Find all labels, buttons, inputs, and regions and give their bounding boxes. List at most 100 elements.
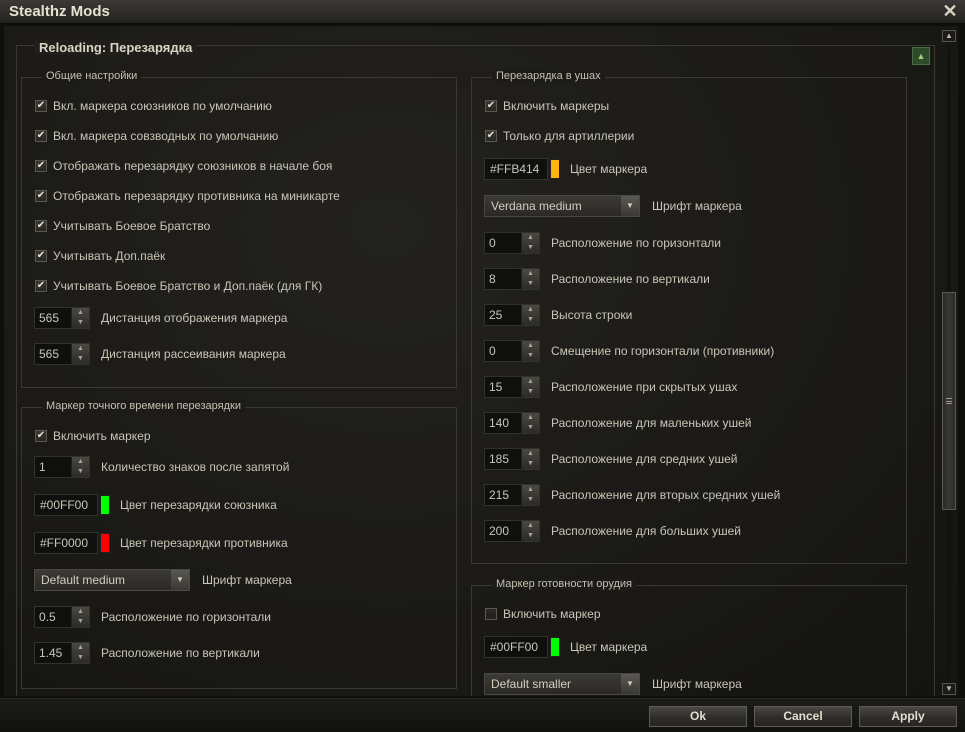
stepper-value[interactable]: 200: [485, 521, 521, 541]
stepper-value[interactable]: 25: [485, 305, 521, 325]
ears-setting-5-stepper[interactable]: 140 ▲ ▼: [484, 412, 540, 434]
color-hex-input[interactable]: #FFB414: [484, 158, 548, 180]
precise-enable-row[interactable]: ✔ Включить маркер: [35, 429, 151, 443]
gun-ready-enable-row[interactable]: Включить маркер: [485, 607, 601, 621]
precise-font-dropdown[interactable]: Default medium ▼: [34, 569, 190, 591]
ears-setting-0-stepper[interactable]: 0 ▲ ▼: [484, 232, 540, 254]
stepper-value[interactable]: 0: [485, 341, 521, 361]
arrow-up-icon[interactable]: ▲: [72, 308, 89, 318]
checkbox[interactable]: ✔: [35, 130, 47, 142]
gun-ready-font-dropdown[interactable]: Default smaller ▼: [484, 673, 640, 695]
cancel-button[interactable]: Cancel: [754, 706, 852, 727]
ears-font-dropdown[interactable]: Verdana medium ▼: [484, 195, 640, 217]
ears-arty-row[interactable]: ✔ Только для артиллерии: [485, 129, 634, 143]
ears-setting-8-stepper[interactable]: 200 ▲ ▼: [484, 520, 540, 542]
stepper-value[interactable]: 1.45: [35, 643, 71, 663]
ears-enable-row[interactable]: ✔ Включить маркеры: [485, 99, 609, 113]
stepper-value[interactable]: 0: [485, 233, 521, 253]
checkbox[interactable]: ✔: [35, 220, 47, 232]
collapse-icon[interactable]: ▲: [912, 47, 930, 65]
stepper-value[interactable]: 215: [485, 485, 521, 505]
color-swatch[interactable]: [550, 159, 560, 179]
arrow-up-icon[interactable]: ▲: [72, 457, 89, 467]
stepper-value[interactable]: 15: [485, 377, 521, 397]
color-swatch[interactable]: [100, 533, 110, 553]
arrow-down-icon[interactable]: ▼: [522, 459, 539, 469]
arrow-down-icon[interactable]: ▼: [522, 351, 539, 361]
arrow-down-icon[interactable]: ▼: [522, 243, 539, 253]
ears-setting-4-stepper[interactable]: 15 ▲ ▼: [484, 376, 540, 398]
gun-ready-color-field[interactable]: #00FF00: [484, 636, 560, 658]
color-swatch[interactable]: [100, 495, 110, 515]
arrow-down-icon[interactable]: ▼: [72, 653, 89, 663]
stepper-value[interactable]: 565: [35, 344, 71, 364]
arrow-up-icon[interactable]: ▲: [72, 344, 89, 354]
ok-button[interactable]: Ok: [649, 706, 747, 727]
arrow-up-icon[interactable]: ▲: [522, 449, 539, 459]
apply-button[interactable]: Apply: [859, 706, 957, 727]
arrow-down-icon[interactable]: ▼: [522, 531, 539, 541]
arrow-down-icon[interactable]: ▼: [522, 387, 539, 397]
checkbox[interactable]: ✔: [35, 280, 47, 292]
precise-enable-checkbox[interactable]: ✔: [35, 430, 47, 442]
stepper-value[interactable]: 1: [35, 457, 71, 477]
arrow-up-icon[interactable]: ▲: [72, 607, 89, 617]
arrow-up-icon[interactable]: ▲: [522, 521, 539, 531]
arrow-down-icon[interactable]: ▼: [72, 354, 89, 364]
arrow-down-icon[interactable]: ▼: [522, 423, 539, 433]
scrollbar-thumb[interactable]: [942, 292, 956, 510]
gun-ready-enable-checkbox[interactable]: [485, 608, 497, 620]
arrow-down-icon[interactable]: ▼: [72, 318, 89, 328]
ears-setting-6-stepper[interactable]: 185 ▲ ▼: [484, 448, 540, 470]
stepper-value[interactable]: 185: [485, 449, 521, 469]
arrow-up-icon[interactable]: ▲: [72, 643, 89, 653]
ears-setting-7-stepper[interactable]: 215 ▲ ▼: [484, 484, 540, 506]
arrow-down-icon[interactable]: ▼: [942, 683, 956, 695]
dropdown-value[interactable]: Default medium: [35, 570, 171, 590]
arrow-up-icon[interactable]: ▲: [522, 341, 539, 351]
general-checkbox-row[interactable]: ✔ Вкл. маркера совзводных по умолчанию: [35, 129, 278, 143]
arrow-up-icon[interactable]: ▲: [942, 30, 956, 42]
enemy-color-field[interactable]: #FF0000: [34, 532, 110, 554]
ally-color-field[interactable]: #00FF00: [34, 494, 110, 516]
color-hex-input[interactable]: #00FF00: [484, 636, 548, 658]
arrow-down-icon[interactable]: ▼: [72, 467, 89, 477]
general-checkbox-row[interactable]: ✔ Учитывать Боевое Братство и Доп.паёк (д…: [35, 279, 322, 293]
color-hex-input[interactable]: #FF0000: [34, 532, 98, 554]
color-hex-input[interactable]: #00FF00: [34, 494, 98, 516]
dropdown-value[interactable]: Default smaller: [485, 674, 621, 694]
ears-enable-checkbox[interactable]: ✔: [485, 100, 497, 112]
chevron-down-icon[interactable]: ▼: [171, 570, 189, 590]
arrow-down-icon[interactable]: ▼: [522, 495, 539, 505]
general-distance-0-stepper[interactable]: 565 ▲ ▼: [34, 307, 90, 329]
general-checkbox-row[interactable]: ✔ Учитывать Боевое Братство: [35, 219, 210, 233]
stepper-value[interactable]: 565: [35, 308, 71, 328]
arrow-up-icon[interactable]: ▲: [522, 377, 539, 387]
general-checkbox-row[interactable]: ✔ Учитывать Доп.паёк: [35, 249, 165, 263]
dropdown-value[interactable]: Verdana medium: [485, 196, 621, 216]
close-icon[interactable]: ✕: [941, 1, 959, 21]
stepper-value[interactable]: 140: [485, 413, 521, 433]
decimals-stepper[interactable]: 1 ▲ ▼: [34, 456, 90, 478]
stepper-value[interactable]: 8: [485, 269, 521, 289]
general-checkbox-row[interactable]: ✔ Вкл. маркера союзников по умолчанию: [35, 99, 272, 113]
ears-arty-checkbox[interactable]: ✔: [485, 130, 497, 142]
chevron-down-icon[interactable]: ▼: [621, 674, 639, 694]
checkbox[interactable]: ✔: [35, 190, 47, 202]
general-distance-1-stepper[interactable]: 565 ▲ ▼: [34, 343, 90, 365]
general-checkbox-row[interactable]: ✔ Отображать перезарядку союзников в нача…: [35, 159, 332, 173]
arrow-up-icon[interactable]: ▲: [522, 305, 539, 315]
vertical-scrollbar[interactable]: ▲ ▼: [942, 30, 956, 695]
ears-setting-2-stepper[interactable]: 25 ▲ ▼: [484, 304, 540, 326]
arrow-up-icon[interactable]: ▲: [522, 413, 539, 423]
chevron-down-icon[interactable]: ▼: [621, 196, 639, 216]
arrow-up-icon[interactable]: ▲: [522, 485, 539, 495]
general-checkbox-row[interactable]: ✔ Отображать перезарядку противника на ми…: [35, 189, 340, 203]
stepper-value[interactable]: 0.5: [35, 607, 71, 627]
checkbox[interactable]: ✔: [35, 100, 47, 112]
precise-pos-v-stepper[interactable]: 1.45 ▲ ▼: [34, 642, 90, 664]
checkbox[interactable]: ✔: [35, 160, 47, 172]
ears-color-field[interactable]: #FFB414: [484, 158, 560, 180]
arrow-down-icon[interactable]: ▼: [522, 315, 539, 325]
color-swatch[interactable]: [550, 637, 560, 657]
